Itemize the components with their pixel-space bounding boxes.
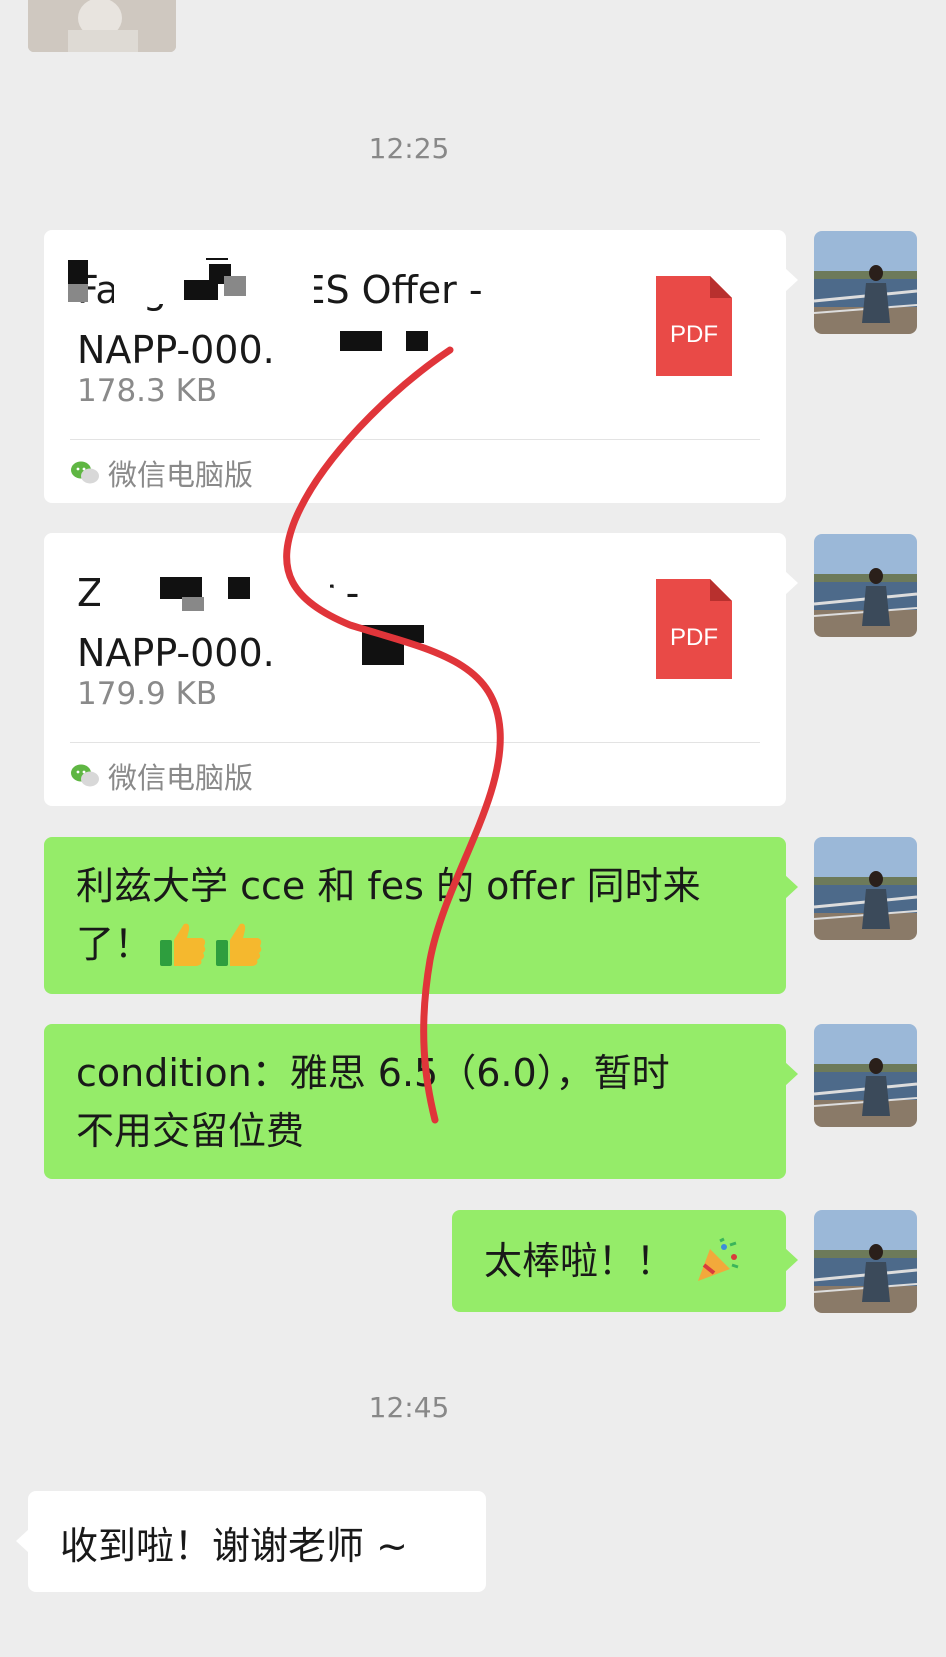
- my-avatar[interactable]: [814, 534, 917, 637]
- message-text: condition：雅思 6.5（6.0），暂时: [76, 1051, 670, 1095]
- bubble-tail: [785, 268, 798, 292]
- avatar-image: [814, 534, 917, 637]
- redaction-mark: [224, 276, 246, 296]
- pdf-icon: PDF: [656, 276, 732, 376]
- party-popper-emoji-icon: [698, 1237, 739, 1281]
- message-text: 不用交留位费: [76, 1109, 305, 1153]
- wechat-icon: [71, 764, 99, 787]
- redaction-mark: [384, 625, 424, 643]
- my-avatar[interactable]: [814, 1210, 917, 1313]
- bubble-tail: [785, 1248, 798, 1272]
- timestamp: 12:25: [368, 132, 450, 165]
- my-avatar[interactable]: [814, 837, 917, 940]
- my-avatar[interactable]: [814, 1024, 917, 1127]
- my-avatar[interactable]: [814, 231, 917, 334]
- message-source: 微信电脑版: [70, 755, 253, 797]
- file-message-card[interactable]: Fang Yafei FES Offer - NAPP-000... 178.3…: [44, 230, 798, 503]
- bubble-tail: [785, 571, 798, 595]
- card-divider: [70, 742, 760, 743]
- outgoing-text-bubble[interactable]: condition：雅思 6.5（6.0），暂时 不用交留位费: [44, 1024, 798, 1179]
- svg-text:PDF: PDF: [670, 624, 718, 651]
- bubble-tail: [16, 1529, 29, 1553]
- wechat-icon: [71, 461, 99, 484]
- avatar-image: [814, 837, 917, 940]
- file-size: 179.9 KB: [77, 676, 218, 712]
- incoming-text-bubble[interactable]: 收到啦！谢谢老师 ~: [16, 1491, 486, 1592]
- avatar-image: [814, 231, 917, 334]
- outgoing-text-bubble[interactable]: 利兹大学 cce 和 fes 的 offer 同时来 了！: [44, 837, 798, 994]
- avatar-image: [814, 1024, 917, 1127]
- avatar-image: [28, 0, 176, 52]
- redaction-mark: [68, 284, 88, 302]
- redaction-mark: [228, 577, 250, 599]
- card-divider: [70, 439, 760, 440]
- file-message-card[interactable]: Z... RCE Offer - NAPP-000... 179.9 KB PD…: [44, 533, 798, 806]
- avatar-image: [814, 1210, 917, 1313]
- sender-avatar-partial[interactable]: [28, 0, 176, 52]
- timestamp: 12:45: [368, 1391, 450, 1424]
- file-size: 178.3 KB: [77, 373, 218, 409]
- message-text: 太棒啦！！: [484, 1239, 675, 1283]
- message-source: 微信电脑版: [70, 452, 253, 494]
- thumbs-up-emoji-icon: [160, 923, 206, 966]
- svg-text:PDF: PDF: [670, 321, 718, 348]
- redaction-mark: [406, 331, 428, 351]
- message-text: 收到啦！谢谢老师 ~: [60, 1524, 408, 1568]
- bubble-tail: [785, 875, 798, 899]
- redaction-mark: [68, 260, 88, 284]
- message-text: 利兹大学 cce 和 fes 的 offer 同时来: [76, 864, 701, 908]
- redaction-mark: [340, 331, 382, 351]
- redaction-mark: [182, 597, 204, 611]
- redaction-mark: [160, 577, 202, 599]
- redaction-mark: [100, 563, 330, 609]
- thumbs-up-emoji-icon: [216, 923, 262, 966]
- bubble-tail: [785, 1062, 798, 1086]
- outgoing-text-bubble[interactable]: 太棒啦！！: [452, 1210, 798, 1312]
- message-text: 了！: [76, 922, 153, 966]
- pdf-icon: PDF: [656, 579, 732, 679]
